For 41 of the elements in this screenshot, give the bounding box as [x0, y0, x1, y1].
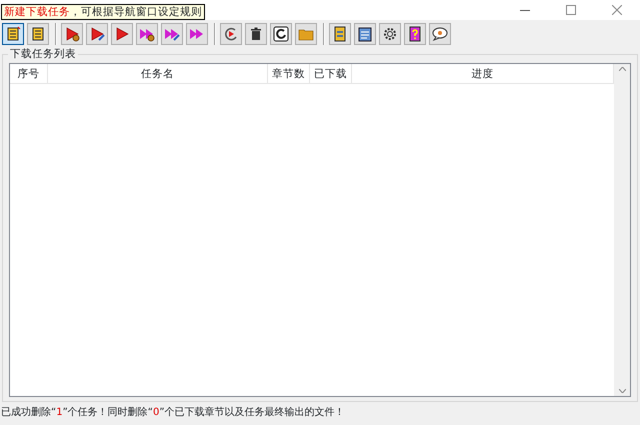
toolbar-button[interactable] — [270, 23, 292, 45]
speech-bubble-icon — [432, 26, 448, 42]
group-title: 下载任务列表 — [8, 47, 78, 61]
toolbar-button[interactable] — [136, 23, 158, 45]
toolbar-button[interactable] — [379, 23, 401, 45]
trash-icon — [248, 26, 264, 42]
play-icon — [114, 26, 130, 42]
circular-arrow-play-icon — [223, 26, 239, 42]
help-book-icon — [407, 26, 423, 42]
column-header[interactable]: 已下载 — [310, 64, 352, 83]
toolbar-button[interactable] — [245, 23, 267, 45]
maximize-icon[interactable] — [566, 5, 576, 15]
book-arrows-icon — [332, 26, 348, 42]
notebook-icon — [30, 26, 46, 42]
toolbar-button[interactable] — [2, 23, 24, 45]
toolbar-button[interactable] — [329, 23, 351, 45]
tooltip: 新建下载任务，可根据导航窗口设定规则 — [1, 4, 205, 20]
play-gear-icon — [64, 26, 80, 42]
fast-forward-gear-icon — [139, 26, 155, 42]
scrollbar[interactable] — [614, 64, 630, 396]
toolbar-button[interactable] — [354, 23, 376, 45]
toolbar-button[interactable] — [27, 23, 49, 45]
column-header[interactable]: 章节数 — [268, 64, 310, 83]
notepad-icon — [357, 26, 373, 42]
scroll-up-icon[interactable] — [618, 67, 626, 71]
toolbar-button[interactable] — [429, 23, 451, 45]
column-header[interactable]: 序号 — [10, 64, 48, 83]
fast-forward-pencil-icon — [164, 26, 180, 42]
settings-icon — [382, 26, 398, 42]
toolbar-button[interactable] — [61, 23, 83, 45]
scroll-down-icon[interactable] — [618, 389, 626, 393]
fast-forward-icon — [189, 26, 205, 42]
toolbar-button[interactable] — [86, 23, 108, 45]
toolbar-button[interactable] — [111, 23, 133, 45]
toolbar-button[interactable] — [404, 23, 426, 45]
status-message: 已成功删除“1”个任务！同时删除“0”个已下载章节以及任务最终输出的文件！ — [0, 406, 346, 420]
column-header[interactable]: 任务名 — [48, 64, 268, 83]
close-icon[interactable] — [612, 5, 622, 15]
play-pencil-icon — [89, 26, 105, 42]
refresh-icon — [273, 26, 289, 42]
notebook-icon — [5, 26, 21, 42]
